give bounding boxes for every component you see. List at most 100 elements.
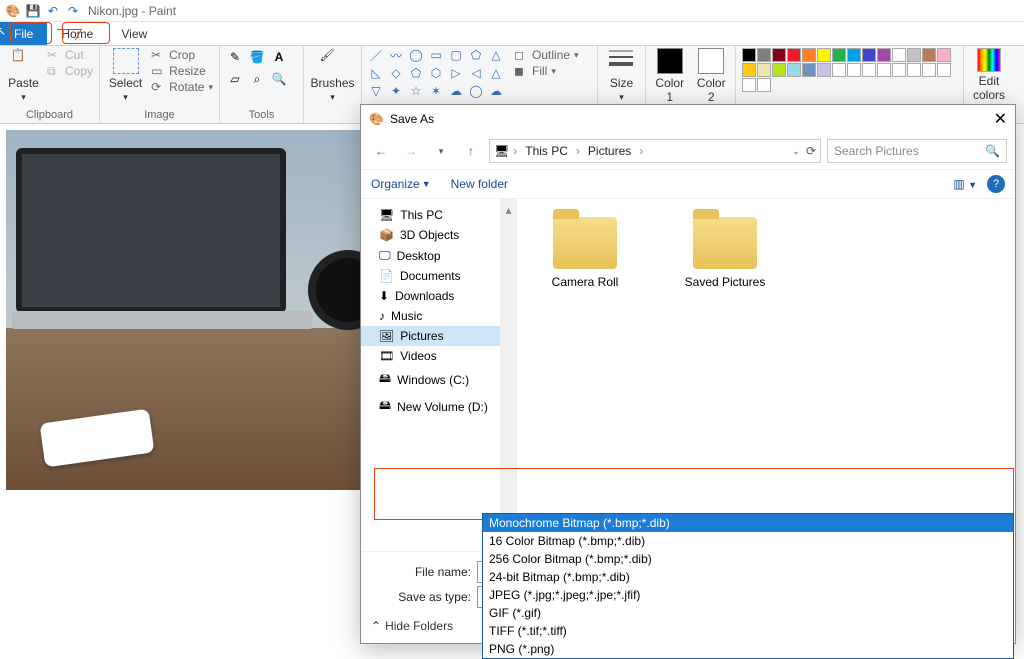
menu-home[interactable]: Home bbox=[47, 22, 107, 45]
tree-item[interactable]: 🖵Desktop bbox=[361, 245, 500, 266]
shape-roundcall-icon[interactable]: ☁ bbox=[448, 84, 464, 98]
folder-item[interactable]: Saved Pictures bbox=[675, 217, 775, 289]
brushes-button[interactable]: 🖌 Brushes ▾ bbox=[310, 48, 355, 103]
shape-tri-icon[interactable]: △ bbox=[488, 48, 504, 62]
shape-pent-icon[interactable]: ⬠ bbox=[408, 66, 424, 80]
refresh-icon[interactable]: ⟳ bbox=[806, 144, 816, 158]
color-swatch[interactable] bbox=[802, 48, 816, 62]
nav-forward-button[interactable]: → bbox=[399, 139, 423, 163]
address-history-icon[interactable]: ⌄ bbox=[792, 146, 800, 157]
color-swatch[interactable] bbox=[877, 63, 891, 77]
undo-icon[interactable]: ↶ bbox=[44, 2, 62, 20]
color-swatch[interactable] bbox=[877, 48, 891, 62]
tree-item[interactable]: 🎞Videos bbox=[361, 346, 500, 366]
shape-poly-icon[interactable]: ⬠ bbox=[468, 48, 484, 62]
shape-arrowr-icon[interactable]: ▷ bbox=[448, 66, 464, 80]
shape-rtri-icon[interactable]: ◺ bbox=[368, 66, 384, 80]
fill-tool[interactable]: 🪣 bbox=[248, 48, 266, 66]
color-swatch[interactable] bbox=[892, 48, 906, 62]
color-swatch[interactable] bbox=[892, 63, 906, 77]
view-options-button[interactable]: ▥ ▼ bbox=[953, 177, 977, 191]
filetype-option[interactable]: TIFF (*.tif;*.tiff) bbox=[483, 622, 1013, 640]
crumb-this-pc[interactable]: This PC bbox=[521, 144, 572, 158]
filetype-option[interactable]: 256 Color Bitmap (*.bmp;*.dib) bbox=[483, 550, 1013, 568]
folder-item[interactable]: Camera Roll bbox=[535, 217, 635, 289]
shape-oval-icon[interactable]: ◯ bbox=[408, 48, 424, 62]
shape-diamond-icon[interactable]: ◇ bbox=[388, 66, 404, 80]
nav-recent-button[interactable]: ▾ bbox=[429, 139, 453, 163]
filetype-option[interactable]: PNG (*.png) bbox=[483, 640, 1013, 658]
color-swatch[interactable] bbox=[802, 63, 816, 77]
color-swatch[interactable] bbox=[847, 63, 861, 77]
shape-6star-icon[interactable]: ✶ bbox=[428, 84, 444, 98]
size-button[interactable]: Size ▾ bbox=[604, 48, 639, 103]
color-swatch[interactable] bbox=[862, 48, 876, 62]
outline-button[interactable]: ◻Outline ▾ bbox=[514, 48, 579, 62]
cut-button[interactable]: ✂Cut bbox=[47, 48, 93, 62]
search-input[interactable]: Search Pictures 🔍 bbox=[827, 139, 1007, 163]
shape-curve-icon[interactable]: 〰 bbox=[388, 48, 404, 62]
tree-item[interactable]: ⬇Downloads bbox=[361, 286, 500, 306]
color2-button[interactable]: Color 2 bbox=[694, 48, 730, 104]
text-tool[interactable]: A bbox=[270, 48, 288, 66]
color-swatch[interactable] bbox=[817, 63, 831, 77]
color-swatch[interactable] bbox=[772, 48, 786, 62]
shape-arrowl-icon[interactable]: ◁ bbox=[468, 66, 484, 80]
color-swatch[interactable] bbox=[817, 48, 831, 62]
tree-item[interactable]: 🖴Windows (C:) bbox=[361, 366, 500, 393]
shape-5star-icon[interactable]: ☆ bbox=[408, 84, 424, 98]
tree-item[interactable]: 🖼Pictures bbox=[361, 326, 500, 346]
shape-rect-icon[interactable]: ▭ bbox=[428, 48, 444, 62]
filetype-option[interactable]: GIF (*.gif) bbox=[483, 604, 1013, 622]
crumb-pictures[interactable]: Pictures bbox=[584, 144, 635, 158]
tree-scrollbar[interactable]: ▴ bbox=[501, 199, 517, 551]
color-swatch[interactable] bbox=[922, 63, 936, 77]
color-swatch[interactable] bbox=[772, 63, 786, 77]
file-list[interactable]: Camera Roll Saved Pictures bbox=[517, 199, 1015, 551]
tree-item[interactable]: 🖴New Volume (D:) bbox=[361, 393, 500, 420]
color-swatch[interactable] bbox=[832, 48, 846, 62]
color-swatch[interactable] bbox=[862, 63, 876, 77]
shape-arrowd-icon[interactable]: ▽ bbox=[368, 84, 384, 98]
fill-button[interactable]: ◼Fill ▾ bbox=[514, 64, 579, 78]
color-swatch[interactable] bbox=[757, 78, 771, 92]
color-swatch[interactable] bbox=[847, 48, 861, 62]
new-folder-button[interactable]: New folder bbox=[451, 177, 508, 191]
shape-cloud-icon[interactable]: ☁ bbox=[488, 84, 504, 98]
nav-back-button[interactable]: ← bbox=[369, 139, 393, 163]
filetype-option[interactable]: JPEG (*.jpg;*.jpeg;*.jpe;*.jfif) bbox=[483, 586, 1013, 604]
menu-view[interactable]: View bbox=[107, 22, 161, 45]
shape-ovalcall-icon[interactable]: ◯ bbox=[468, 84, 484, 98]
help-icon[interactable]: ? bbox=[987, 175, 1005, 193]
shape-roundrect-icon[interactable]: ▢ bbox=[448, 48, 464, 62]
tree-item[interactable]: 📄Documents bbox=[361, 266, 500, 286]
tree-item[interactable]: 📦3D Objects bbox=[361, 225, 500, 245]
address-bar[interactable]: 🖥 › This PC › Pictures › ⌄⟳ bbox=[489, 139, 821, 163]
color-swatch[interactable] bbox=[742, 63, 756, 77]
color-swatch[interactable] bbox=[937, 63, 951, 77]
dialog-close-button[interactable]: ✕ bbox=[994, 109, 1007, 129]
save-icon[interactable]: 💾 bbox=[24, 2, 42, 20]
tree-item[interactable]: ♪Music bbox=[361, 306, 500, 326]
picker-tool[interactable]: ⌕ bbox=[248, 70, 266, 88]
shapes-gallery[interactable]: ／ 〰 ◯ ▭ ▢ ⬠ △ ◺ ◇ ⬠ ⬡ ▷ ◁ △ ▽ ✦ ☆ ✶ ☁ ◯ bbox=[368, 48, 508, 102]
select-button[interactable]: Select ▾ bbox=[106, 48, 145, 103]
eraser-tool[interactable]: ▱ bbox=[226, 70, 244, 88]
resize-button[interactable]: ▭Resize bbox=[151, 64, 213, 78]
color-swatch[interactable] bbox=[907, 63, 921, 77]
color-swatch[interactable] bbox=[742, 48, 756, 62]
color1-button[interactable]: Color 1 bbox=[652, 48, 688, 104]
menu-file[interactable]: ↖ File bbox=[0, 22, 47, 45]
nav-up-button[interactable]: ↑ bbox=[459, 139, 483, 163]
pencil-tool[interactable]: ✎ bbox=[226, 48, 244, 66]
color-swatch[interactable] bbox=[757, 48, 771, 62]
filetype-option[interactable]: 24-bit Bitmap (*.bmp;*.dib) bbox=[483, 568, 1013, 586]
rotate-button[interactable]: ⟳Rotate ▾ bbox=[151, 80, 213, 94]
color-swatch[interactable] bbox=[907, 48, 921, 62]
color-swatch[interactable] bbox=[832, 63, 846, 77]
color-swatch[interactable] bbox=[787, 63, 801, 77]
edit-colors-button[interactable]: Edit colors bbox=[970, 48, 1008, 102]
crop-button[interactable]: ✂Crop bbox=[151, 48, 213, 62]
shape-hex-icon[interactable]: ⬡ bbox=[428, 66, 444, 80]
organize-button[interactable]: Organize ▼ bbox=[371, 177, 431, 191]
